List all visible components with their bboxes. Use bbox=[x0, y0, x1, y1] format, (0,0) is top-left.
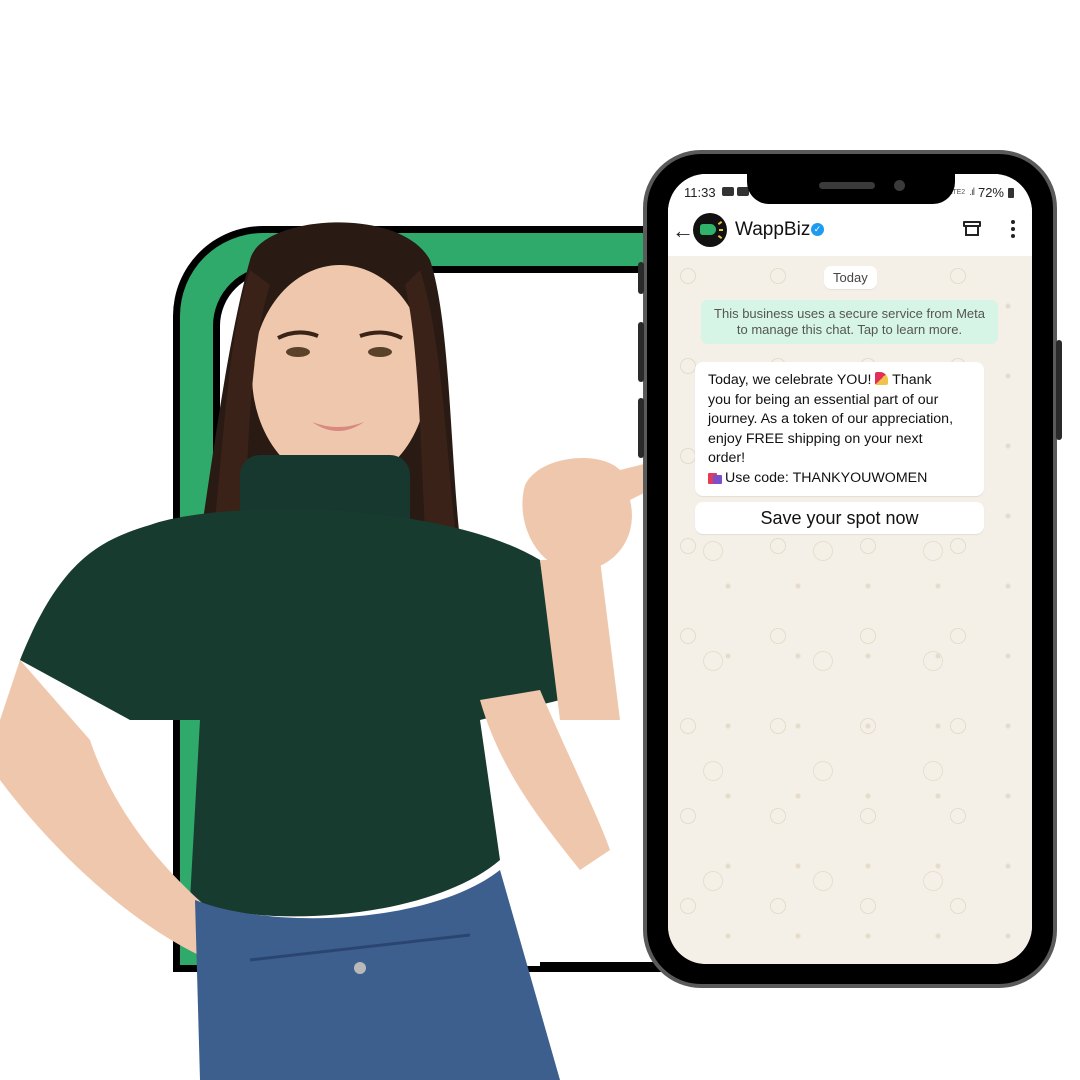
phone-notch bbox=[747, 170, 955, 204]
contact-name[interactable]: WappBiz bbox=[735, 219, 810, 241]
megaphone-ray bbox=[717, 235, 723, 239]
party-popper-icon bbox=[875, 372, 889, 385]
status-time: 11:33 bbox=[684, 185, 716, 200]
battery-icon bbox=[1008, 187, 1014, 198]
storefront-icon[interactable] bbox=[963, 221, 981, 237]
shopping-bags-icon bbox=[708, 471, 722, 484]
phone-screen: 11:33 LTE2 .ıl 72% ← WappBiz ✓ Today Thi… bbox=[668, 174, 1032, 964]
chat-area: Today This business uses a secure servic… bbox=[668, 256, 1032, 964]
front-camera bbox=[894, 180, 905, 191]
volume-down-button bbox=[638, 398, 644, 458]
face bbox=[252, 265, 428, 485]
message-line: order! bbox=[708, 450, 746, 467]
battery-percent: 72% bbox=[977, 185, 1004, 200]
youtube-notification-icon bbox=[722, 187, 734, 196]
more-vertical-icon[interactable] bbox=[1011, 220, 1015, 241]
message-line: journey. As a token of our appreciation, bbox=[708, 411, 954, 428]
volume-button bbox=[638, 262, 644, 294]
megaphone-icon bbox=[700, 224, 716, 235]
message-line: Use code: THANKYOUWOMEN bbox=[708, 469, 972, 489]
message-bubble: Today, we celebrate YOU! Thank you for b… bbox=[695, 362, 984, 496]
verified-badge-icon: ✓ bbox=[811, 223, 824, 236]
arrow-left-icon[interactable]: ← bbox=[672, 218, 694, 244]
message-line: enjoy FREE shipping on your next bbox=[708, 430, 923, 447]
avatar[interactable] bbox=[693, 213, 727, 247]
volume-up-button bbox=[638, 322, 644, 382]
megaphone-ray bbox=[717, 221, 723, 225]
encryption-notice[interactable]: This business uses a secure service from… bbox=[701, 300, 998, 344]
woman-pointing-photo bbox=[0, 222, 686, 1080]
message-line: Today, we celebrate YOU! Thank bbox=[708, 372, 932, 388]
megaphone-ray bbox=[719, 229, 723, 231]
chat-header: ← WappBiz ✓ bbox=[668, 210, 1032, 256]
speaker-grille bbox=[819, 182, 875, 189]
signal-icon: .ıl bbox=[969, 187, 975, 198]
save-your-spot-button[interactable]: Save your spot now bbox=[695, 502, 984, 534]
power-button bbox=[1056, 340, 1062, 440]
date-chip: Today bbox=[824, 266, 877, 289]
message-line: you for being an essential part of our bbox=[708, 391, 939, 408]
